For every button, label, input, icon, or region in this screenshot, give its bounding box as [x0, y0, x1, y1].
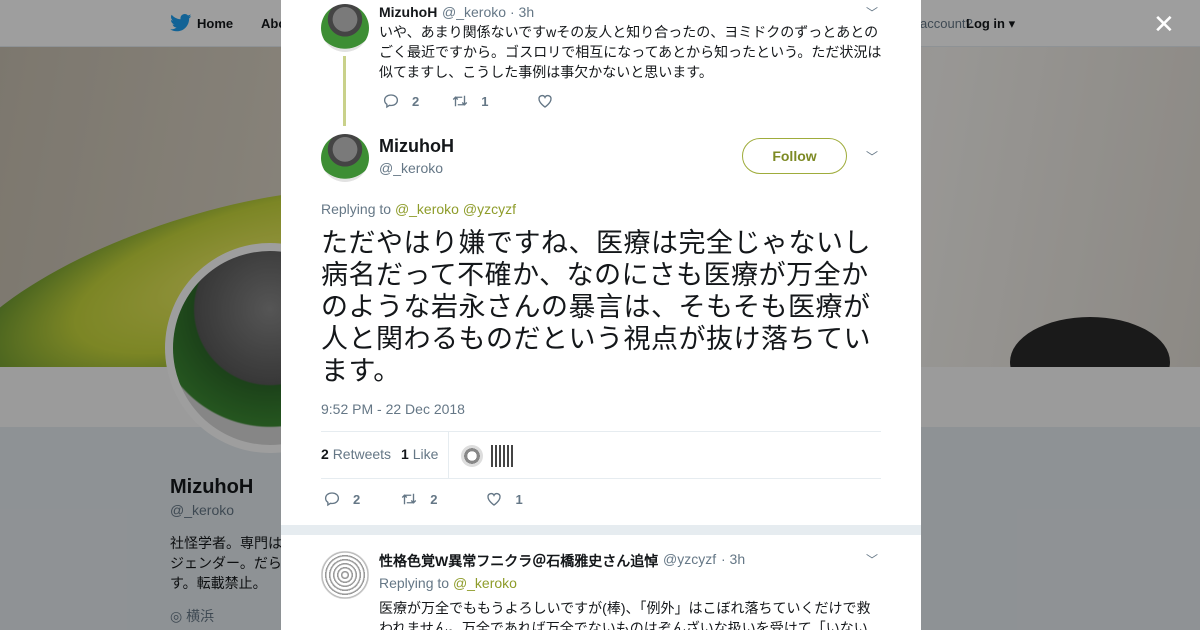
- reply-count: 2: [412, 93, 420, 109]
- focused-tweet-text: ただやはり嫌ですね、医療は完全じゃないし病名だって不確か、なのにさも医療が万全か…: [321, 228, 871, 386]
- close-icon[interactable]: ✕: [1153, 11, 1175, 37]
- tweet-stats: 2 Retweets 1 Like: [321, 431, 881, 479]
- retweet-count: 1: [481, 93, 489, 109]
- avatar[interactable]: [321, 4, 369, 52]
- avatar[interactable]: [321, 134, 369, 182]
- chevron-down-icon[interactable]: ﹀: [866, 148, 878, 165]
- avatar[interactable]: [321, 551, 369, 599]
- likes-stat-count: 1: [401, 446, 409, 462]
- mention-link[interactable]: @_keroko: [395, 201, 459, 217]
- reply-icon: [383, 94, 399, 109]
- replying-to-label: Replying to: [379, 575, 450, 591]
- parent-tweet-actions: 2 1: [382, 92, 566, 110]
- likes-stat-label: Like: [412, 446, 439, 462]
- reply-button[interactable]: 2: [382, 92, 419, 110]
- tweet-modal: MizuhoH @_keroko · 3h ﹀ いや、あまり関係ないですwその友…: [281, 0, 921, 630]
- retweet-button[interactable]: 1: [451, 92, 488, 110]
- reply-tweet-time[interactable]: · 3h: [721, 551, 745, 567]
- retweeter-avatar[interactable]: [491, 445, 513, 467]
- retweets-stat-label: Retweets: [332, 446, 392, 462]
- like-button[interactable]: [536, 92, 566, 110]
- reply-replying-to: Replying to @_keroko: [379, 575, 517, 591]
- heart-icon: [487, 492, 502, 506]
- focused-tweet-name[interactable]: MizuhoH: [379, 136, 454, 157]
- heart-icon: [538, 94, 553, 108]
- reply-tweet-name[interactable]: 性格色覚W異常フニクラ＠石橋雅史さん追悼: [379, 551, 658, 571]
- reply-tweet-handle[interactable]: @yzcyzf: [663, 551, 716, 567]
- chevron-down-icon[interactable]: ﹀: [866, 551, 878, 568]
- retweets-stat-count: 2: [321, 446, 329, 462]
- retweets-stat[interactable]: 2 Retweets: [321, 446, 391, 462]
- parent-tweet-name[interactable]: MizuhoH: [379, 4, 437, 20]
- retweeter-avatar[interactable]: [461, 445, 483, 467]
- retweet-count: 2: [430, 491, 438, 507]
- parent-tweet-handle[interactable]: @_keroko: [442, 4, 506, 20]
- focused-tweet-actions: 2 2 1: [323, 490, 523, 508]
- follow-button[interactable]: Follow: [742, 138, 847, 174]
- reply-icon: [324, 492, 340, 507]
- parent-tweet-time[interactable]: · 3h: [510, 4, 534, 20]
- chevron-down-icon[interactable]: ﹀: [866, 4, 878, 21]
- retweet-icon: [402, 493, 417, 505]
- focused-tweet-handle[interactable]: @_keroko: [379, 160, 443, 176]
- retweet-button[interactable]: 2: [400, 490, 437, 508]
- stats-divider: [448, 432, 449, 478]
- likes-stat[interactable]: 1 Like: [401, 446, 438, 462]
- retweet-icon: [453, 95, 468, 107]
- reply-section-divider: [281, 525, 921, 535]
- tweet-timestamp[interactable]: 9:52 PM - 22 Dec 2018: [321, 401, 465, 417]
- reply-count: 2: [353, 491, 361, 507]
- thread-connector: [343, 56, 346, 126]
- parent-tweet-text: いや、あまり関係ないですwその友人と知り合ったの、ヨミドクのずっとあとのごく最近…: [379, 24, 882, 80]
- reply-tweet-text: 医療が万全でももうよろしいですが(棒)、「例外」はこぼれ落ちていくだけで救われま…: [379, 600, 871, 630]
- like-button[interactable]: 1: [485, 490, 523, 508]
- mention-link[interactable]: @yzcyzf: [463, 201, 516, 217]
- like-count: 1: [515, 491, 523, 507]
- reply-button[interactable]: 2: [323, 490, 360, 508]
- replying-to-label: Replying to: [321, 201, 392, 217]
- replying-to: Replying to @_keroko @yzcyzf: [321, 201, 516, 217]
- mention-link[interactable]: @_keroko: [453, 575, 517, 591]
